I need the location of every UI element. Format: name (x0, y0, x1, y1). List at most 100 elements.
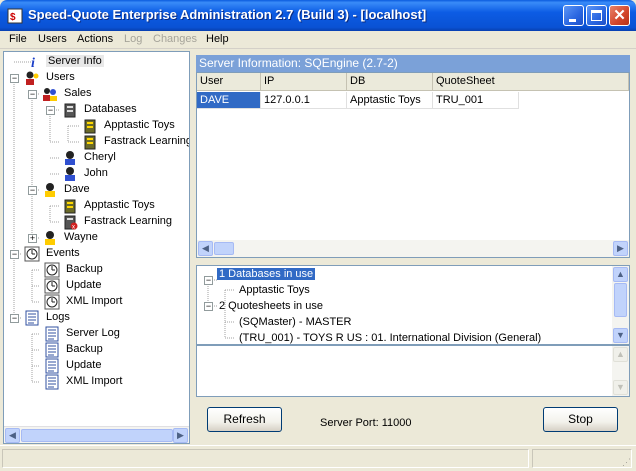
log-icon (44, 342, 60, 358)
clock-icon (44, 278, 60, 294)
tree-label: John (84, 167, 108, 179)
tree-label: Server Info (46, 55, 104, 67)
status-segment-main (2, 449, 529, 468)
usage-vertical-scrollbar[interactable]: ▲ ▼ (612, 266, 629, 344)
collapse-toggle[interactable]: − (46, 106, 55, 115)
log-icon (44, 374, 60, 390)
tree-label: Update (66, 279, 102, 291)
tree-item-quotesheet[interactable]: (SQMaster) - MASTER (239, 316, 351, 328)
menu-actions[interactable]: Actions (77, 33, 113, 45)
scroll-down-button[interactable]: ▼ (613, 328, 628, 343)
collapse-toggle[interactable]: − (10, 74, 19, 83)
log-icon (44, 358, 60, 374)
user-icon (42, 182, 58, 198)
server-info-header: Server Information: SQEngine (2.7-2) (196, 55, 630, 72)
tree-label: Update (66, 359, 102, 371)
tree-label: XML Import (66, 375, 123, 387)
menu-users[interactable]: Users (38, 33, 67, 45)
collapse-toggle[interactable]: − (204, 276, 213, 285)
tree-label: Backup (66, 263, 103, 275)
minimize-button[interactable] (563, 5, 584, 26)
tree-horizontal-scrollbar[interactable]: ◀ ▶ (4, 426, 189, 443)
scroll-up-button[interactable]: ▲ (613, 347, 628, 362)
scroll-thumb[interactable] (214, 242, 234, 255)
collapse-toggle[interactable]: − (10, 250, 19, 259)
scroll-right-button[interactable]: ▶ (173, 428, 188, 443)
scroll-thumb[interactable] (614, 283, 627, 317)
server-usage-tree[interactable]: − 1 Databases in use Apptastic Toys − 2 … (196, 265, 630, 345)
database-icon (82, 118, 98, 134)
collapse-toggle[interactable]: − (10, 314, 19, 323)
scroll-right-button[interactable]: ▶ (613, 241, 628, 256)
clock-icon (44, 294, 60, 310)
log-icon (44, 326, 60, 342)
table-cell-quotesheet[interactable]: TRU_001 (433, 92, 519, 109)
tree-label: Dave (64, 183, 90, 195)
log-icon (24, 310, 40, 326)
tree-label: Apptastic Toys (104, 119, 175, 131)
minimize-icon (569, 19, 576, 22)
menu-log[interactable]: Log (124, 33, 142, 45)
tree-item-databases-in-use[interactable]: 1 Databases in use (217, 268, 316, 280)
collapse-toggle[interactable]: − (204, 302, 213, 311)
column-header-db[interactable]: DB (347, 73, 433, 91)
tree-item-quotesheet[interactable]: (TRU_001) - TOYS R US : 01. Internationa… (239, 332, 541, 344)
column-header-quotesheet[interactable]: QuoteSheet (433, 73, 629, 91)
expand-toggle[interactable]: + (28, 234, 37, 243)
menu-changes[interactable]: Changes (153, 33, 197, 45)
tree-label: Logs (46, 311, 70, 323)
status-bar: ⋰ (0, 445, 636, 471)
scroll-down-button[interactable]: ▼ (613, 380, 628, 395)
database-icon (62, 198, 78, 214)
tree-label: XML Import (66, 295, 123, 307)
menu-help[interactable]: Help (206, 33, 229, 45)
close-icon: ✕ (613, 7, 626, 24)
resize-grip-icon[interactable]: ⋰ (622, 457, 634, 469)
user-icon (62, 166, 78, 182)
collapse-toggle[interactable]: − (28, 186, 37, 195)
user-icon (62, 150, 78, 166)
tree-label: Sales (64, 87, 92, 99)
table-cell-user[interactable]: DAVE (197, 92, 261, 109)
group-icon (42, 86, 58, 102)
database-error-icon: x (62, 214, 78, 231)
menu-bar: File Users Actions Log Changes Help (0, 31, 636, 49)
scroll-up-button[interactable]: ▲ (613, 267, 628, 282)
grid-horizontal-scrollbar[interactable]: ◀ ▶ (197, 240, 629, 257)
refresh-button[interactable]: Refresh (207, 407, 282, 432)
scroll-left-button[interactable]: ◀ (198, 241, 213, 256)
clock-icon (44, 262, 60, 278)
app-icon: $ (7, 8, 23, 24)
stop-button[interactable]: Stop (543, 407, 618, 432)
navigation-tree[interactable]: i Server Info − Users − Sales − Database… (3, 51, 190, 444)
users-icon (24, 70, 40, 86)
tree-label: Wayne (64, 231, 98, 243)
info-icon: i (26, 54, 42, 71)
server-port-label: Server Port: 11000 (320, 417, 412, 429)
menu-file[interactable]: File (9, 33, 27, 45)
maximize-icon (591, 10, 602, 21)
svg-text:x: x (72, 225, 75, 231)
tree-label: Server Log (66, 327, 120, 339)
log-vertical-scrollbar[interactable]: ▲ ▼ (612, 346, 629, 396)
column-header-user[interactable]: User (197, 73, 261, 91)
tree-label: Backup (66, 343, 103, 355)
close-button[interactable]: ✕ (609, 5, 630, 26)
title-bar[interactable]: $ Speed-Quote Enterprise Administration … (0, 0, 636, 31)
log-output-area[interactable]: ▲ ▼ (196, 345, 630, 397)
table-cell-ip[interactable]: 127.0.0.1 (261, 92, 347, 109)
clock-icon (24, 246, 40, 262)
tree-item-quotesheets-in-use[interactable]: 2 Quotesheets in use (219, 300, 323, 312)
sessions-grid[interactable]: User IP DB QuoteSheet DAVE 127.0.0.1 App… (196, 72, 630, 258)
column-header-ip[interactable]: IP (261, 73, 347, 91)
tree-label: Users (46, 71, 75, 83)
tree-item-database[interactable]: Apptastic Toys (239, 284, 310, 296)
tree-label: Apptastic Toys (84, 199, 155, 211)
tree-label: Events (46, 247, 80, 259)
scroll-thumb[interactable] (21, 429, 173, 442)
svg-text:i: i (31, 56, 35, 70)
maximize-button[interactable] (586, 5, 607, 26)
scroll-left-button[interactable]: ◀ (5, 428, 20, 443)
collapse-toggle[interactable]: − (28, 90, 37, 99)
table-cell-db[interactable]: Apptastic Toys (347, 92, 433, 109)
